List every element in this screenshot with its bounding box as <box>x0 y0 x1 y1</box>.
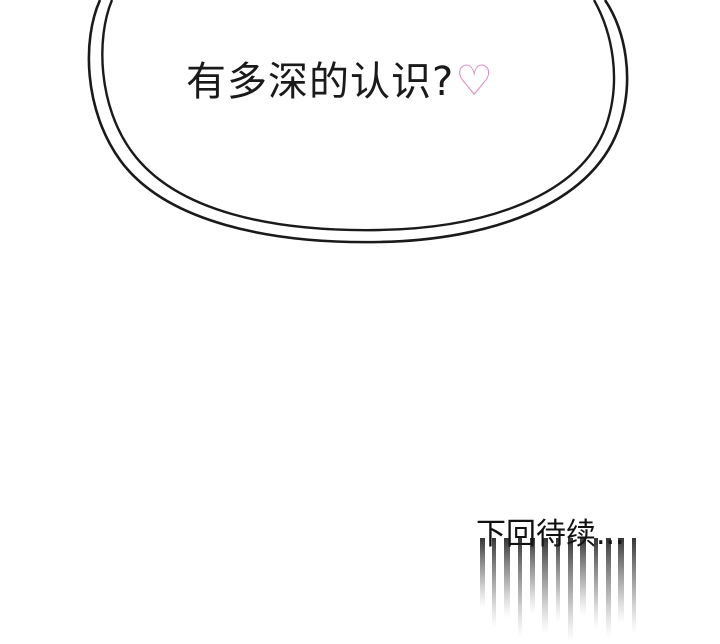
dialogue-line: 有多深的认识? <box>186 59 455 105</box>
heart-icon: ♡ <box>455 56 494 105</box>
dialogue-text: 有多深的认识?♡ <box>186 55 494 108</box>
drip-fade-decoration <box>480 538 636 642</box>
speech-bubble-outer-outline <box>87 0 629 244</box>
comic-panel: 有多深的认识?♡ 下回待续... <box>0 0 720 644</box>
speech-bubble-inner-outline <box>101 0 616 232</box>
